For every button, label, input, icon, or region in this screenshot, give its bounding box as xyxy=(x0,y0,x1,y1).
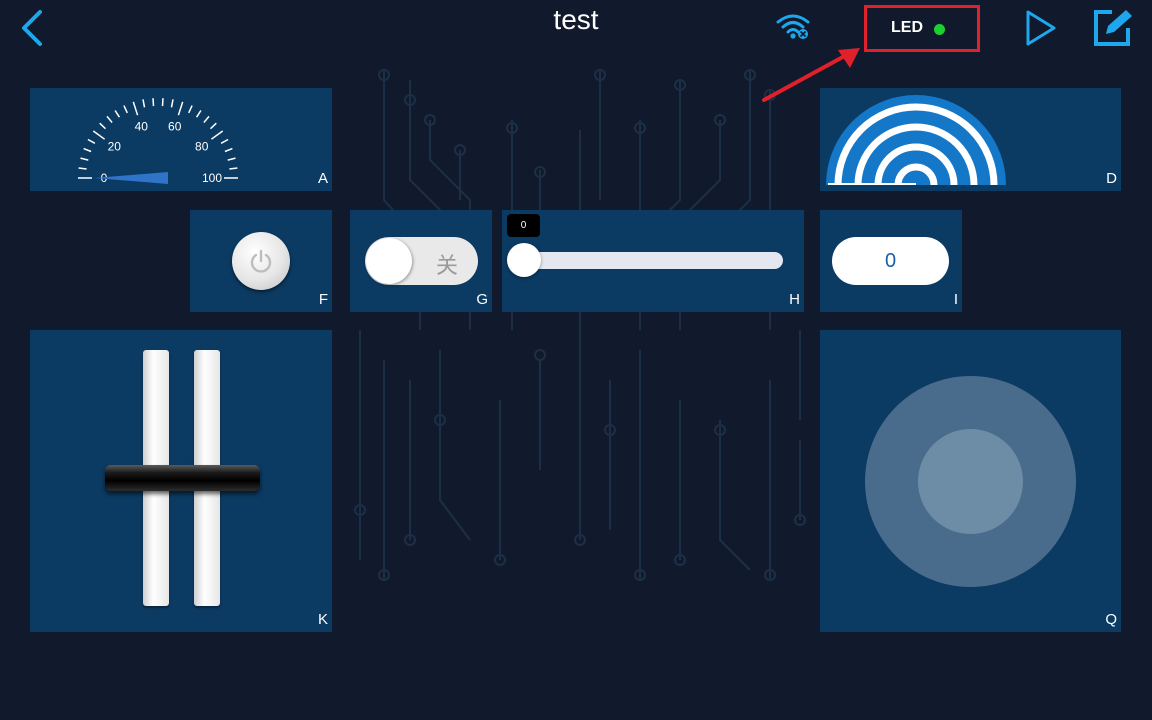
top-bar: test LED xyxy=(0,0,1152,60)
power-widget-label: F xyxy=(318,291,328,308)
gauge-widget[interactable]: 020406080100 A xyxy=(30,88,332,191)
gauge-tick-label: 60 xyxy=(168,120,182,134)
gauge-tick xyxy=(87,138,96,144)
fader-widget: K xyxy=(30,330,332,632)
joystick-widget: Q xyxy=(820,330,1121,632)
gauge-tick xyxy=(152,98,155,107)
gauge-tick xyxy=(227,157,236,161)
power-widget: F xyxy=(190,210,332,312)
gauge-tick xyxy=(142,99,146,108)
gauge-tick xyxy=(161,98,164,107)
slider-track[interactable] xyxy=(512,252,783,269)
page-title: test xyxy=(553,4,599,35)
gauge-tick xyxy=(83,147,92,153)
gauge-tick xyxy=(210,130,224,140)
power-button[interactable] xyxy=(232,232,290,290)
gauge-tick xyxy=(123,105,128,114)
gauge-tick xyxy=(224,147,233,153)
slider-widget-label: H xyxy=(789,291,800,308)
radar-widget-label: D xyxy=(1106,170,1117,187)
gauge-tick xyxy=(99,122,107,130)
edit-button[interactable] xyxy=(1092,8,1134,48)
play-icon xyxy=(1026,10,1056,46)
gauge-tick-label: 40 xyxy=(135,120,149,134)
number-widget-label: I xyxy=(953,291,958,308)
switch-toggle[interactable]: 关 xyxy=(365,237,478,285)
annotation-arrow xyxy=(762,48,860,102)
gauge-tick xyxy=(195,110,202,118)
gauge-tick xyxy=(80,157,89,161)
slider-thumb[interactable] xyxy=(507,243,541,277)
joystick-widget-label: Q xyxy=(1105,611,1117,628)
gauge-tick xyxy=(229,167,238,170)
gauge-tick xyxy=(114,110,121,118)
led-label: LED xyxy=(891,19,923,36)
gauge-tick-label: 80 xyxy=(195,139,209,153)
edit-icon xyxy=(1094,10,1132,46)
gauge-tick xyxy=(106,115,113,123)
back-button[interactable] xyxy=(16,8,48,48)
gauge-tick-label: 20 xyxy=(108,139,122,153)
gauge-widget-label: A xyxy=(317,170,328,187)
gauge-tick xyxy=(209,122,217,130)
switch-widget-label: G xyxy=(476,291,488,308)
wifi-disconnected-icon xyxy=(776,14,810,39)
gauge-dial: 020406080100 xyxy=(78,98,238,185)
switch-knob xyxy=(366,238,412,284)
gauge-tick xyxy=(177,101,184,116)
number-widget: 0 I xyxy=(820,210,962,312)
power-icon xyxy=(250,249,272,273)
led-indicator: LED xyxy=(864,5,980,52)
switch-state-text: 关 xyxy=(436,253,459,278)
gauge-tick xyxy=(78,167,87,170)
gauge-tick xyxy=(220,138,229,144)
joystick-knob[interactable] xyxy=(918,429,1023,534)
led-status-dot xyxy=(934,24,945,35)
number-display[interactable]: 0 xyxy=(832,237,949,285)
fader-widget-label: K xyxy=(317,611,328,628)
switch-widget: 关 G xyxy=(350,210,492,312)
gauge-tick xyxy=(203,115,210,123)
gauge-tick-label: 100 xyxy=(202,171,222,185)
gauge-tick xyxy=(188,105,193,114)
gauge-tick xyxy=(132,101,139,116)
wifi-status[interactable] xyxy=(776,12,812,40)
gauge-tick xyxy=(92,130,106,140)
fader-handle[interactable] xyxy=(105,465,260,491)
joystick-base[interactable] xyxy=(865,376,1076,587)
chevron-left-icon xyxy=(22,10,42,46)
play-button[interactable] xyxy=(1022,8,1058,48)
gauge-tick xyxy=(170,99,174,108)
slider-widget: 0 H xyxy=(502,210,804,312)
slider-value-tooltip: 0 xyxy=(507,214,540,237)
